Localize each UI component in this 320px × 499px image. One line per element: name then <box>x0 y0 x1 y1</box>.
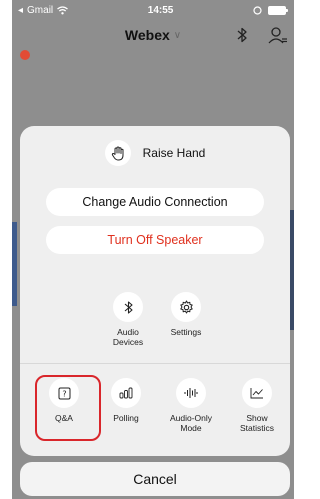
audio-only-mode-label: Audio-Only Mode <box>169 413 213 433</box>
nav-bar: Webex ∨ <box>12 22 294 48</box>
show-statistics-button[interactable]: Show Statistics <box>232 378 282 434</box>
audio-devices-label: Audio Devices <box>112 327 144 347</box>
status-left: ◂ Gmail <box>18 5 69 16</box>
app-screen: ◂ Gmail 14:55 Webex ∨ Raise Hand Change … <box>12 0 294 499</box>
raise-hand-button[interactable]: Raise Hand <box>20 140 290 166</box>
qa-button[interactable]: ? Q&A <box>44 378 84 424</box>
settings-gear-icon <box>171 292 201 322</box>
svg-text:?: ? <box>62 389 66 398</box>
turn-off-speaker-button[interactable]: Turn Off Speaker <box>46 226 264 254</box>
polling-label: Polling <box>113 413 139 423</box>
polling-button[interactable]: Polling <box>104 378 148 424</box>
polling-icon <box>111 378 141 408</box>
clock: 14:55 <box>147 4 174 16</box>
raise-hand-label: Raise Hand <box>142 146 206 160</box>
qa-label: Q&A <box>55 413 73 423</box>
hand-icon <box>104 140 131 166</box>
wifi-icon <box>57 5 69 15</box>
settings-label: Settings <box>170 327 202 337</box>
meeting-title-menu[interactable]: Webex ∨ <box>125 27 181 43</box>
video-tile-edge <box>12 222 17 306</box>
audio-devices-button[interactable]: Audio Devices <box>110 292 146 348</box>
cancel-button[interactable]: Cancel <box>20 462 290 496</box>
chevron-down-icon: ∨ <box>173 29 182 41</box>
bluetooth-icon <box>113 292 143 322</box>
video-tile-edge-right <box>290 210 294 330</box>
question-icon: ? <box>49 378 79 408</box>
statistics-icon <box>242 378 272 408</box>
bluetooth-icon[interactable] <box>236 27 248 43</box>
back-app-label[interactable]: Gmail <box>27 5 53 16</box>
audio-only-mode-button[interactable]: Audio-Only Mode <box>166 378 216 434</box>
orientation-lock-icon <box>253 5 262 15</box>
more-options-sheet: Raise Hand Change Audio Connection Turn … <box>20 126 290 456</box>
settings-button[interactable]: Settings <box>166 292 206 338</box>
nav-title-label: Webex <box>124 27 170 43</box>
back-arrow-icon[interactable]: ◂ <box>18 5 23 16</box>
participants-icon[interactable] <box>268 26 288 44</box>
battery-icon <box>267 5 288 15</box>
status-right <box>253 5 288 15</box>
sheet-divider <box>20 363 290 364</box>
status-bar: ◂ Gmail 14:55 <box>12 0 294 20</box>
change-audio-connection-button[interactable]: Change Audio Connection <box>46 188 264 216</box>
audio-wave-icon <box>176 378 206 408</box>
show-statistics-label: Show Statistics <box>239 413 274 433</box>
nav-icons <box>236 22 288 48</box>
recording-indicator <box>20 50 30 60</box>
